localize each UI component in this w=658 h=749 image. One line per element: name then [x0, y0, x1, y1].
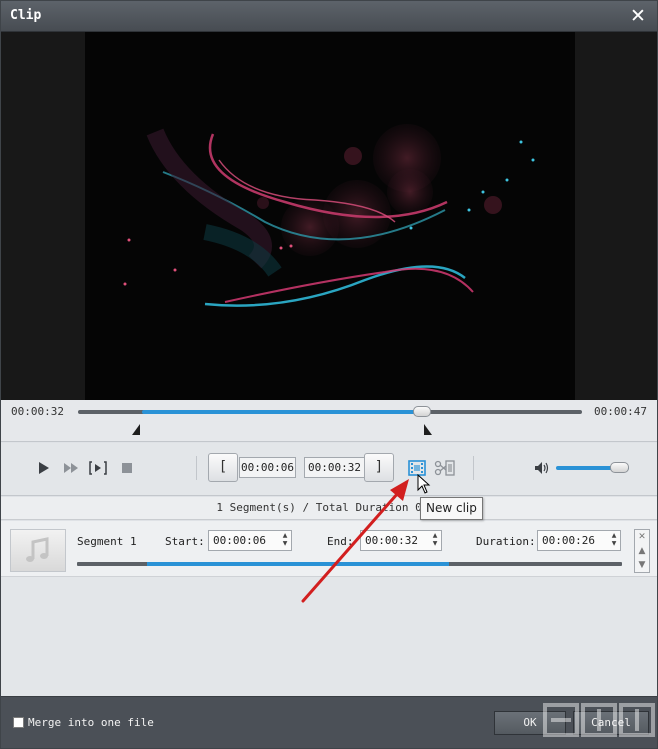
segment-range-fill [147, 562, 449, 566]
start-time-value: 00:00:06 [213, 534, 266, 547]
separator [473, 456, 474, 480]
seek-bar[interactable] [78, 406, 582, 417]
move-up-icon[interactable]: ▲ [635, 544, 649, 558]
spinner-arrows[interactable]: ▲ ▼ [431, 532, 439, 549]
spinner-arrows[interactable]: ▲ ▼ [281, 532, 289, 549]
merge-option[interactable]: Merge into one file [13, 716, 154, 729]
start-time-spinner[interactable]: 00:00:06 ▲ ▼ [208, 530, 292, 551]
play-icon[interactable] [34, 459, 52, 477]
video-preview-area [1, 32, 657, 400]
dialog-footer: Merge into one file OK Cancel [1, 696, 657, 748]
set-start-button[interactable]: [ [208, 453, 238, 482]
total-time: 00:00:47 [594, 405, 647, 418]
cancel-button[interactable]: Cancel [573, 711, 649, 735]
remove-segment-icon[interactable]: ✕ [635, 530, 649, 544]
speaker-icon[interactable] [533, 459, 551, 477]
selected-range [142, 410, 422, 414]
end-label: End: [327, 535, 354, 548]
new-clip-tooltip: New clip [420, 497, 483, 520]
dialog-title: Clip [10, 8, 42, 23]
move-down-icon[interactable]: ▼ [635, 558, 649, 572]
end-time-value: 00:00:32 [365, 534, 418, 547]
duration-label: Duration: [476, 535, 536, 548]
playback-controls: [ 00:00:06 00:00:32 ] [1, 443, 657, 496]
spinner-arrows[interactable]: ▲ ▼ [610, 532, 618, 549]
step-play-icon[interactable] [89, 459, 107, 477]
clip-dialog: Clip ✕ 00:00:32 00:00:47 [00:00:06 00:0… [0, 0, 658, 749]
stop-icon[interactable] [118, 459, 136, 477]
segment-list: Segment 1 Start: 00:00:06 ▲ ▼ End: 00:00:… [1, 521, 657, 696]
duration-value: 00:00:26 [542, 534, 595, 547]
end-marker[interactable] [424, 424, 432, 435]
end-time-display: 00:00:32 [304, 457, 365, 478]
start-marker[interactable] [132, 424, 140, 435]
set-end-button[interactable]: ] [364, 453, 394, 482]
segment-progress [77, 562, 622, 566]
end-time-spinner[interactable]: 00:00:32 ▲ ▼ [360, 530, 442, 551]
current-time: 00:00:32 [11, 405, 64, 418]
volume-thumb[interactable] [610, 462, 629, 473]
timeline: 00:00:32 00:00:47 [1, 400, 657, 442]
ok-button[interactable]: OK [494, 711, 566, 735]
segment-thumbnail [10, 529, 66, 572]
segment-summary: 1 Segment(s) / Total Duration 00:0 [1, 497, 657, 520]
segment-name: Segment 1 [77, 535, 137, 548]
merge-checkbox[interactable] [13, 717, 24, 728]
start-time-display: 00:00:06 [239, 457, 296, 478]
seek-thumb[interactable] [413, 406, 431, 417]
separator [196, 456, 197, 480]
scissors-film-icon[interactable] [434, 458, 456, 478]
video-image [85, 32, 575, 400]
start-label: Start: [165, 535, 205, 548]
segment-side-controls: ✕ ▲ ▼ [634, 529, 650, 573]
title-bar: Clip ✕ [1, 1, 657, 32]
film-icon[interactable] [407, 458, 427, 478]
fast-forward-icon[interactable] [62, 459, 80, 477]
merge-label: Merge into one file [28, 716, 154, 729]
segment-row[interactable]: Segment 1 Start: 00:00:06 ▲ ▼ End: 00:00:… [1, 521, 657, 577]
video-frame [85, 32, 575, 400]
close-icon[interactable]: ✕ [627, 5, 649, 27]
music-note-icon [26, 537, 49, 562]
duration-spinner[interactable]: 00:00:26 ▲ ▼ [537, 530, 621, 551]
